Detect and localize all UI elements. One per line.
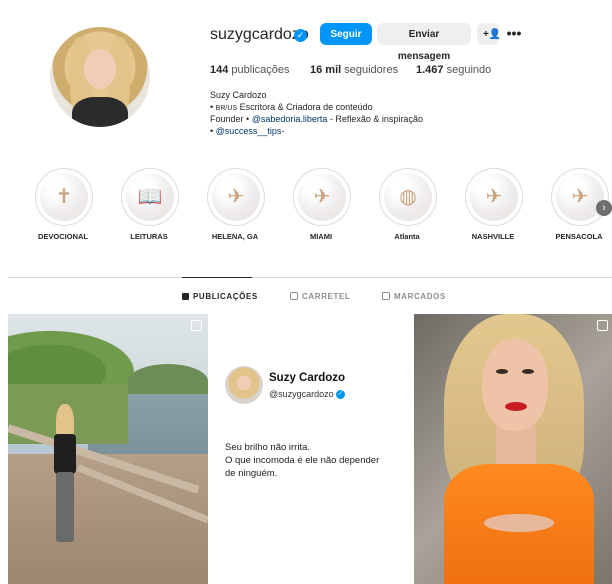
bio-line-2-suffix: - Reflexão & inspiração — [329, 114, 423, 124]
tab-label: MARCADOS — [394, 292, 446, 301]
bio-link-success-tips[interactable]: @success__tips — [216, 126, 282, 136]
tabs-divider — [8, 277, 612, 278]
photo-face — [482, 339, 548, 431]
photo-dress-cutout — [484, 514, 554, 532]
bio-link-sabedoria[interactable]: @sabedoria.liberta — [252, 114, 328, 124]
bio-line-1: • BR/US Escritora & Criadora de conteúdo — [210, 102, 373, 112]
post-avatar — [225, 366, 263, 404]
more-options-button[interactable]: ••• — [505, 23, 523, 45]
highlights-next-button[interactable]: › — [596, 200, 612, 216]
post-author-name: Suzy Cardozo — [269, 372, 346, 384]
profile-avatar[interactable] — [50, 27, 150, 127]
post-author-handle: @suzygcardozo — [269, 389, 334, 399]
airplane-icon: ✈ — [485, 186, 503, 208]
highlight-devocional[interactable]: ✝ — [35, 168, 93, 226]
posts-label: publicações — [231, 64, 290, 76]
verified-badge-icon: ✓ — [294, 29, 307, 42]
verified-badge-icon: ✓ — [336, 390, 345, 399]
book-icon: 📖 — [137, 186, 163, 208]
airplane-icon: ✈ — [313, 186, 331, 208]
add-user-button[interactable]: +👤 — [477, 23, 502, 45]
bio-line-2-prefix: Founder • — [210, 114, 250, 124]
grid-icon — [182, 293, 189, 300]
add-user-icon: +👤 — [483, 29, 502, 40]
tab-marcados[interactable]: MARCADOS — [382, 292, 446, 301]
highlight-atlanta[interactable]: ◍ — [379, 168, 437, 226]
highlight-label: Atlanta — [394, 232, 420, 241]
bio-name: Suzy Cardozo — [210, 90, 267, 100]
globe-icon: ◍ — [399, 186, 417, 208]
highlight-label: DEVOCIONAL — [37, 232, 88, 241]
airplane-icon: ✈ — [227, 186, 245, 208]
post-tile-1[interactable] — [8, 314, 208, 584]
post-quote-line-3: de ninguém. — [225, 468, 278, 479]
multiple-photos-icon — [191, 320, 202, 331]
bio-flag: BR/US — [215, 105, 238, 112]
tagged-icon — [382, 292, 390, 300]
photo-eye — [496, 369, 508, 374]
posts-stat: 144 publicações — [210, 64, 290, 76]
post-tile-2[interactable]: Suzy Cardozo @suzygcardozo ✓ Seu brilho … — [208, 314, 408, 584]
bio-line-3-prefix: • — [210, 126, 214, 136]
highlight-miami[interactable]: ✈ — [293, 168, 351, 226]
post-quote-line-1: Seu brilho não irrita. — [225, 442, 311, 453]
following-count: 1.467 — [416, 64, 444, 76]
tab-publicacoes[interactable]: PUBLICAÇÕES — [182, 292, 258, 301]
photo-neck — [496, 426, 536, 466]
tab-carretel[interactable]: CARRETEL — [290, 292, 350, 301]
follow-button[interactable]: Seguir — [320, 23, 372, 45]
photo-woman — [48, 404, 84, 544]
post-quote-line-2: O que incomoda é ele não depender — [225, 455, 380, 466]
photo-lips — [505, 402, 527, 411]
highlight-nashville[interactable]: ✈ — [465, 168, 523, 226]
multiple-photos-icon — [597, 320, 608, 331]
posts-count: 144 — [210, 64, 229, 76]
post-tile-3[interactable] — [414, 314, 612, 584]
highlight-label: HELENA, GA — [211, 232, 259, 241]
tab-label: CARRETEL — [302, 292, 351, 301]
highlight-label: PENSACOLA — [555, 232, 603, 241]
highlight-label: MIAMI — [309, 232, 333, 241]
photo-eye — [522, 369, 534, 374]
followers-stat[interactable]: 16 mil seguidores — [310, 64, 398, 76]
highlight-label: NASHVILLE — [471, 232, 515, 241]
highlight-helena-ga[interactable]: ✈ — [207, 168, 265, 226]
active-tab-indicator — [182, 277, 252, 278]
followers-count: 16 mil — [310, 64, 342, 76]
following-stat[interactable]: 1.467 seguindo — [416, 64, 491, 76]
bio-line-3-suffix: - — [281, 126, 285, 136]
followers-label: seguidores — [344, 64, 399, 76]
bio-line-1-text: Escritora & Criadora de conteúdo — [239, 102, 373, 112]
bio-line-3: • @success__tips- — [210, 126, 284, 136]
bio-line-2: Founder • @sabedoria.liberta - Reflexão … — [210, 114, 423, 124]
following-label: seguindo — [446, 64, 492, 76]
highlight-pensacola[interactable]: ✈ — [551, 168, 609, 226]
reels-icon — [290, 292, 298, 300]
airplane-icon: ✈ — [571, 186, 589, 208]
photo-boardwalk — [8, 454, 208, 584]
highlight-label: LEITURAS — [130, 232, 168, 241]
send-message-button[interactable]: Enviar mensagem — [377, 23, 471, 62]
tab-label: PUBLICAÇÕES — [193, 292, 258, 301]
cross-icon: ✝ — [55, 186, 73, 208]
highlight-leituras[interactable]: 📖 — [121, 168, 179, 226]
